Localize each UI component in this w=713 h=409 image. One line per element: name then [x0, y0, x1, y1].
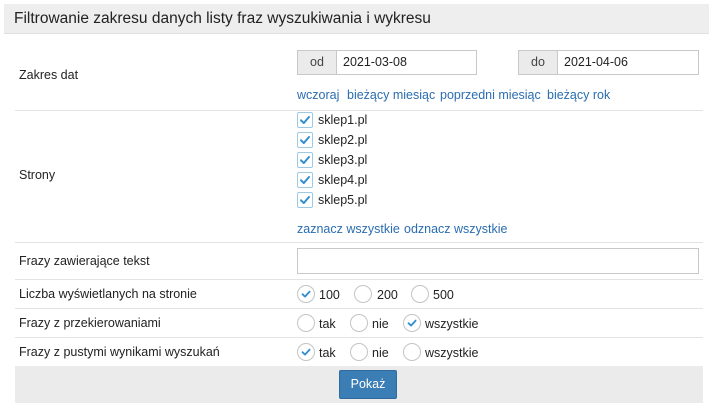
- redirects-radio-all[interactable]: [403, 314, 421, 332]
- redirects-label: Frazy z przekierowaniami: [19, 316, 161, 330]
- site-checkbox-5[interactable]: [297, 192, 313, 208]
- date-range-label: Zakres dat: [19, 68, 79, 82]
- date-from-input[interactable]: 2021-03-08: [337, 50, 477, 75]
- divider: [15, 242, 703, 243]
- site-label-4: sklep4.pl: [318, 173, 368, 187]
- site-label-2: sklep2.pl: [318, 133, 368, 147]
- select-all-link[interactable]: zaznacz wszystkie: [297, 222, 400, 236]
- site-checkbox-3[interactable]: [297, 152, 313, 168]
- link-yesterday[interactable]: wczoraj: [297, 88, 339, 102]
- per-page-option-100: 100: [319, 288, 340, 302]
- divider: [15, 308, 703, 309]
- redirects-radio-no[interactable]: [350, 314, 368, 332]
- panel-title: Filtrowanie zakresu danych listy fraz wy…: [14, 10, 431, 27]
- empty-results-option-yes: tak: [319, 346, 336, 360]
- date-to-addon: do: [518, 50, 558, 75]
- link-previous-month[interactable]: poprzedni miesiąc: [440, 88, 541, 102]
- redirects-option-no: nie: [372, 317, 389, 331]
- check-icon: [300, 196, 310, 204]
- per-page-option-500: 500: [433, 288, 454, 302]
- text-filter-label: Frazy zawierające tekst: [19, 254, 150, 268]
- check-icon: [300, 156, 310, 164]
- per-page-radio-200[interactable]: [354, 285, 372, 303]
- redirects-option-all: wszystkie: [425, 317, 479, 331]
- empty-results-radio-all[interactable]: [403, 343, 421, 361]
- site-checkbox-2[interactable]: [297, 132, 313, 148]
- site-checkbox-4[interactable]: [297, 172, 313, 188]
- site-checkbox-1[interactable]: [297, 112, 313, 128]
- text-filter-input[interactable]: [297, 248, 699, 274]
- per-page-radio-500[interactable]: [411, 285, 429, 303]
- panel-header: Filtrowanie zakresu danych listy fraz wy…: [4, 4, 709, 34]
- show-button[interactable]: Pokaż: [339, 370, 397, 399]
- per-page-option-200: 200: [377, 288, 398, 302]
- check-icon: [300, 116, 310, 124]
- redirects-radio-yes[interactable]: [297, 314, 315, 332]
- divider: [15, 279, 703, 280]
- check-icon: [407, 319, 417, 327]
- date-to-input[interactable]: 2021-04-06: [558, 50, 699, 75]
- check-icon: [300, 176, 310, 184]
- date-from-addon: od: [297, 50, 337, 75]
- empty-results-radio-yes[interactable]: [297, 343, 315, 361]
- site-label-5: sklep5.pl: [318, 193, 368, 207]
- empty-results-label: Frazy z pustymi wynikami wyszukań: [19, 345, 220, 359]
- deselect-all-link[interactable]: odznacz wszystkie: [404, 222, 508, 236]
- divider: [15, 337, 703, 338]
- filter-panel: Filtrowanie zakresu danych listy fraz wy…: [4, 4, 709, 405]
- sites-label: Strony: [19, 168, 56, 182]
- check-icon: [301, 290, 311, 298]
- empty-results-option-no: nie: [372, 346, 389, 360]
- divider: [15, 110, 703, 111]
- per-page-label: Liczba wyświetlanych na stronie: [19, 287, 197, 301]
- link-current-year[interactable]: bieżący rok: [547, 88, 610, 102]
- link-current-month[interactable]: bieżący miesiąc: [347, 88, 435, 102]
- per-page-radio-100[interactable]: [297, 285, 315, 303]
- form-footer: Pokaż: [15, 366, 703, 403]
- empty-results-option-all: wszystkie: [425, 346, 479, 360]
- check-icon: [301, 348, 311, 356]
- site-label-1: sklep1.pl: [318, 113, 368, 127]
- site-label-3: sklep3.pl: [318, 153, 368, 167]
- redirects-option-yes: tak: [319, 317, 336, 331]
- check-icon: [300, 136, 310, 144]
- empty-results-radio-no[interactable]: [350, 343, 368, 361]
